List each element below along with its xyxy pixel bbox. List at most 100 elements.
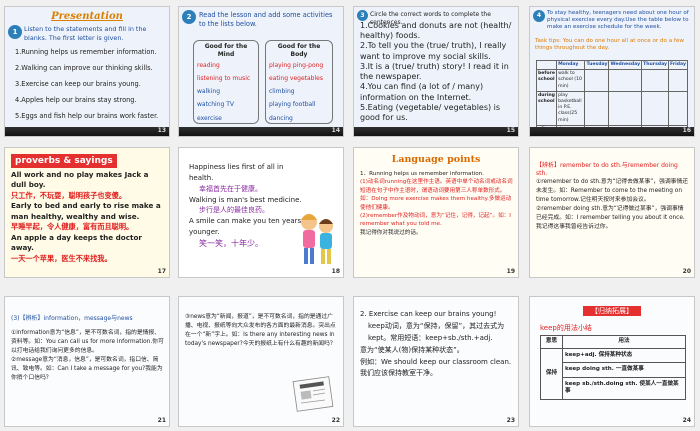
- slide-sorter-grid: Presentation 1 Listen to the statements …: [0, 0, 700, 431]
- smiling-kids-illustration: [301, 214, 333, 264]
- list-item: playing ping-pong: [269, 62, 324, 70]
- proverb-english: Early to bed and early to rise make a ma…: [11, 201, 161, 221]
- proverb-chinese: 一天一个苹果，医生不来找我。: [11, 253, 112, 263]
- usage-item: ②remember doing sth.意为“记得做过某事”，强调事情已经完成。…: [536, 205, 685, 230]
- slide-heading: 【归纳拓展】: [530, 306, 694, 316]
- point-heading: 1．Running helps us remember information.: [360, 171, 484, 177]
- slide-number: 20: [682, 267, 691, 275]
- usage-item: keep动词，意为“保持，保留”，其过去式为kept。常用短语：keep+sb.…: [368, 321, 505, 342]
- list-item: 4.Apples help our brains stay strong.: [15, 95, 137, 104]
- table-cell: [584, 90, 610, 126]
- slide-title: Presentation: [51, 11, 123, 22]
- slide-thumbnail-24[interactable]: 【归纳拓展】 keep的用法小结 意思 用法 保持 keep+adj. 保持某种…: [529, 296, 695, 427]
- slide-thumbnail-20[interactable]: 【辨析】remember to do sth.与remember doing s…: [529, 147, 695, 278]
- saying-chinese: 步行是人的最佳良药。: [199, 206, 269, 215]
- slide-thumbnail-16[interactable]: 4 To stay healthy, teenagers need about …: [529, 6, 695, 137]
- slide-thumbnail-19[interactable]: Language points 1．Running helps us remem…: [353, 147, 519, 278]
- list-item: 4.You can find (a lot of / many) informa…: [360, 82, 484, 102]
- usage-item: ①remember to do sth.意为“记得去做某事”，强调事情还未发生。…: [536, 179, 689, 203]
- list-item: reading: [197, 62, 220, 70]
- slide-title: Language points: [391, 154, 481, 165]
- sayings-list: Happiness lies first of all in health. 幸…: [189, 162, 309, 250]
- list-item: 5.Eating (vegetable/ vegetables) is good…: [360, 102, 501, 123]
- table-cell: [608, 69, 643, 92]
- saying-english: Walking is man's best medicine.: [189, 195, 302, 204]
- slide-thumbnail-15[interactable]: 3 Circle the correct words to complete t…: [353, 6, 519, 137]
- body-list-title: Good for the Body: [277, 43, 321, 59]
- table-header: Friday: [668, 59, 688, 71]
- table-cell: before school: [535, 69, 558, 92]
- step-badge: 1: [8, 25, 22, 39]
- table-header: Thursday: [641, 59, 670, 71]
- table-header: 意思: [540, 335, 563, 349]
- list-item: climbing: [269, 88, 295, 96]
- point-translation: 我记得你对我说过的话。: [360, 229, 422, 236]
- slide-number: 24: [682, 416, 691, 424]
- slide-number: 17: [157, 267, 166, 275]
- point-explanation: (1)动名词running在这里作主语。英语中单个动名词或动名词短语在句子中作主…: [360, 179, 513, 211]
- table-cell: keep+adj. 保持某种状态: [562, 347, 686, 364]
- slide-footer-bar: 14: [179, 127, 343, 136]
- list-item: 3.Exercise can keep our brains young.: [15, 79, 141, 88]
- table-cell: [641, 69, 670, 92]
- task-tips: Task tips: You can do one hour all at on…: [535, 38, 684, 51]
- list-item: watching TV: [197, 101, 234, 109]
- table-header: [535, 59, 558, 71]
- slide-subheading: keep的用法小结: [540, 324, 592, 332]
- saying-english: Happiness lies first of all in health.: [189, 163, 284, 182]
- table-header: Monday: [556, 59, 586, 71]
- slide-heading: (3)【辨析】information，message与news: [11, 315, 133, 322]
- list-item: eating vegetables: [269, 75, 323, 83]
- list-item: listening to music: [197, 75, 251, 83]
- slide-number: 22: [331, 416, 340, 424]
- mind-list-title: Good for the Mind: [204, 43, 248, 59]
- schedule-table: Monday Tuesday Wednesday Thursday Friday…: [535, 59, 688, 136]
- slide-number: 16: [682, 126, 691, 134]
- slide-thumbnail-22[interactable]: ③news意为“新闻，报道”，是不可数名词，指的是通过广播、电视、报纸等向大众发…: [178, 296, 344, 427]
- proverb-chinese: 早睡早起，令人健康，富有而且聪明。: [11, 222, 134, 232]
- instruction-text: Listen to the statements and fill in the…: [24, 25, 147, 42]
- slide-thumbnail-14[interactable]: 2 Read the lesson and add some activitie…: [178, 6, 344, 137]
- list-item: dancing: [269, 114, 293, 122]
- list-item: 2.Walking can improve our thinking skill…: [15, 63, 153, 72]
- explanation-text: ①information意为“信息”，是不可数名词，指的是情报、资料等。如：Yo…: [11, 329, 164, 383]
- slide-footer-bar: 15: [354, 127, 518, 136]
- table-cell: walk to school (10 min): [556, 69, 586, 92]
- explanation-text: ③news意为“新闻，报道”，是不可数名词，指的是通过广播、电视、报纸等向大众发…: [185, 314, 336, 347]
- slide-thumbnail-18[interactable]: Happiness lies first of all in health. 幸…: [178, 147, 344, 278]
- slide-thumbnail-17[interactable]: proverbs & sayings All work and no play …: [4, 147, 170, 278]
- schedule-table-wrap: Monday Tuesday Wednesday Thursday Friday…: [535, 59, 688, 136]
- explanation-text: ①remember to do sth.意为“记得去做某事”，强调事情还未发生。…: [536, 178, 689, 232]
- slide-heading: 【辨析】remember to do sth.与remember doing s…: [536, 162, 678, 178]
- usage-item: ②message意为“消息，信息”，是可数名词，指口信、简讯、致电等。如：Can…: [11, 356, 163, 381]
- sentence-heading: 2. Exercise can keep our brains young!: [360, 310, 497, 318]
- step-badge: 2: [182, 10, 196, 24]
- blank-list: 1.Running helps us remember information.…: [15, 48, 165, 120]
- mind-list-box: Good for the Mind reading listening to m…: [193, 40, 259, 124]
- example-translation: 我们应该保持教室干净。: [360, 369, 437, 378]
- step-badge: 3: [357, 10, 368, 21]
- slide-thumbnail-13[interactable]: Presentation 1 Listen to the statements …: [4, 6, 170, 137]
- table-header: Wednesday: [608, 59, 643, 71]
- keep-usage-table: 意思 用法 保持 keep+adj. 保持某种状态 keep doing sth…: [540, 335, 686, 400]
- saying-chinese: 幸福首先在于健康。: [199, 184, 262, 193]
- example-sentence: 例如：We should keep our classroom clean.: [360, 357, 512, 366]
- table-cell: during school: [535, 90, 558, 126]
- instruction-text: To stay healthy, teenagers need about on…: [547, 10, 689, 30]
- slide-number: 23: [506, 416, 515, 424]
- table-cell: [584, 69, 610, 92]
- slide-number: 14: [331, 126, 340, 134]
- explanation-text: 2. Exercise can keep our brains young! k…: [360, 309, 513, 380]
- list-item: 2.To tell you the (true/ truth), I reall…: [360, 41, 507, 61]
- slide-thumbnail-21[interactable]: (3)【辨析】information，message与news ①informa…: [4, 296, 170, 427]
- saying-chinese: 笑一笑，十年少。: [199, 238, 263, 248]
- table-cell: 保持: [540, 347, 563, 400]
- slide-number: 13: [157, 126, 166, 134]
- table-cell: [668, 69, 688, 92]
- instruction-text: Read the lesson and add some activities …: [199, 11, 333, 28]
- body-list-box: Good for the Body playing ping-pong eati…: [265, 40, 333, 124]
- slide-thumbnail-23[interactable]: 2. Exercise can keep our brains young! k…: [353, 296, 519, 427]
- usage-item: 意为“使某人(物)保持某种状态”。: [360, 345, 464, 354]
- step-badge: 4: [533, 10, 545, 22]
- slide-number: 21: [157, 416, 166, 424]
